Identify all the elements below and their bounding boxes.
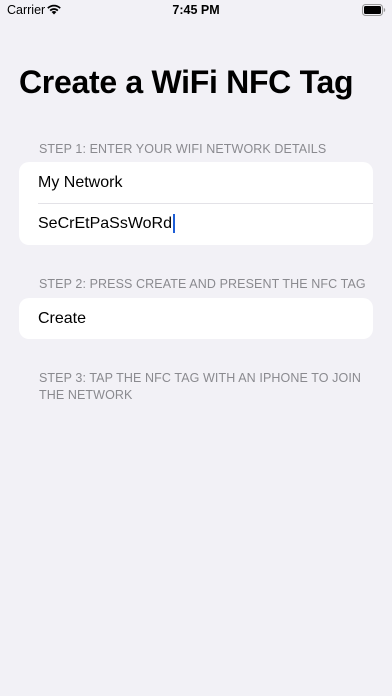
status-bar: Carrier 7:45 PM [0, 0, 392, 22]
step2-header: STEP 2: PRESS CREATE AND PRESENT THE NFC… [39, 277, 366, 291]
text-cursor [172, 214, 175, 233]
page-title: Create a WiFi NFC Tag [19, 64, 354, 100]
password-field[interactable]: SeCrEtPaSsWoRd [38, 215, 172, 233]
step1-header: STEP 1: ENTER YOUR WIFI NETWORK DETAILS [39, 142, 327, 156]
create-card: Create [19, 298, 373, 339]
step3-header: STEP 3: TAP THE NFC TAG WITH AN IPHONE T… [39, 371, 362, 402]
battery-icon [362, 4, 386, 16]
password-row[interactable]: SeCrEtPaSsWoRd [19, 203, 373, 244]
network-name-row[interactable] [19, 162, 373, 203]
network-details-card: SeCrEtPaSsWoRd [19, 162, 373, 245]
create-button-label: Create [38, 309, 87, 327]
clock-time: 7:45 PM [172, 3, 220, 17]
create-button[interactable]: Create [19, 298, 373, 339]
network-name-field[interactable] [38, 173, 358, 192]
